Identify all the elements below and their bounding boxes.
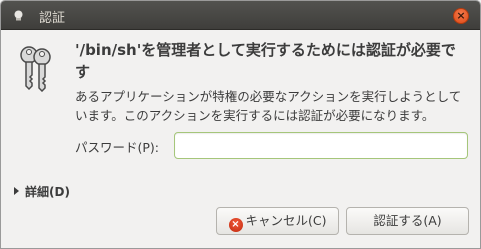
title-bar[interactable]: 認証 × <box>1 1 480 30</box>
auth-dialog-window: 認証 × '/bin/sh'を管理者として実行するためには認証が必要です あるア… <box>0 0 481 249</box>
window-title: 認証 <box>39 11 66 26</box>
details-expander[interactable]: 詳細(D) <box>14 183 70 200</box>
expander-arrow-icon <box>14 187 19 195</box>
authenticate-button-label: 認証する(A) <box>373 213 442 228</box>
close-icon[interactable]: × <box>453 8 469 24</box>
password-input[interactable] <box>174 132 468 159</box>
dialog-heading: '/bin/sh'を管理者として実行するためには認証が必要です <box>75 41 456 81</box>
dialog-message: あるアプリケーションが特権の必要なアクションを実行しようとしています。このアクシ… <box>75 89 462 123</box>
cancel-icon: × <box>228 218 243 232</box>
cancel-button-label: キャンセル(C) <box>245 213 327 228</box>
keys-icon <box>20 46 51 92</box>
password-label: パスワード(P): <box>75 140 160 155</box>
app-dot-icon <box>14 10 23 21</box>
details-label: 詳細(D) <box>25 185 70 199</box>
cancel-button[interactable]: × キャンセル(C) <box>216 207 339 235</box>
authenticate-button[interactable]: 認証する(A) <box>346 207 469 235</box>
